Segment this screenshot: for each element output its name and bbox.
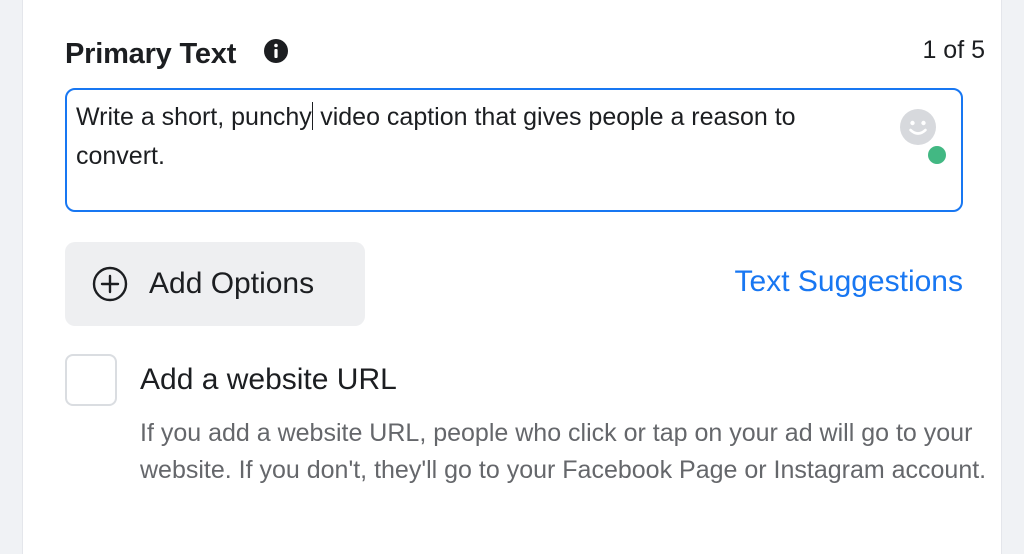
website-url-label[interactable]: Add a website URL [140,363,397,397]
website-url-checkbox[interactable] [65,354,117,406]
text-variation-counter: 1 of 5 [922,36,985,64]
primary-text-title: Primary Text [65,38,237,70]
plus-circle-icon [92,266,128,302]
primary-text-value[interactable]: Write a short, punchy video caption that… [76,98,886,176]
primary-text-input[interactable]: Write a short, punchy video caption that… [65,88,963,212]
website-url-helper-text: If you add a website URL, people who cli… [140,419,987,484]
smiley-icon[interactable] [899,108,937,146]
add-options-label: Add Options [149,267,315,300]
add-options-button[interactable]: Add Options [65,242,365,326]
primary-text-header: Primary Text 1 of 5 [65,34,985,78]
status-dot [928,146,946,164]
ad-creative-card: Primary Text 1 of 5 Write a short, punch… [22,0,1002,554]
text-suggestions-link[interactable]: Text Suggestions [735,265,963,299]
primary-text-value-start: Write a short, punchy [76,103,312,131]
info-icon[interactable] [263,38,289,64]
